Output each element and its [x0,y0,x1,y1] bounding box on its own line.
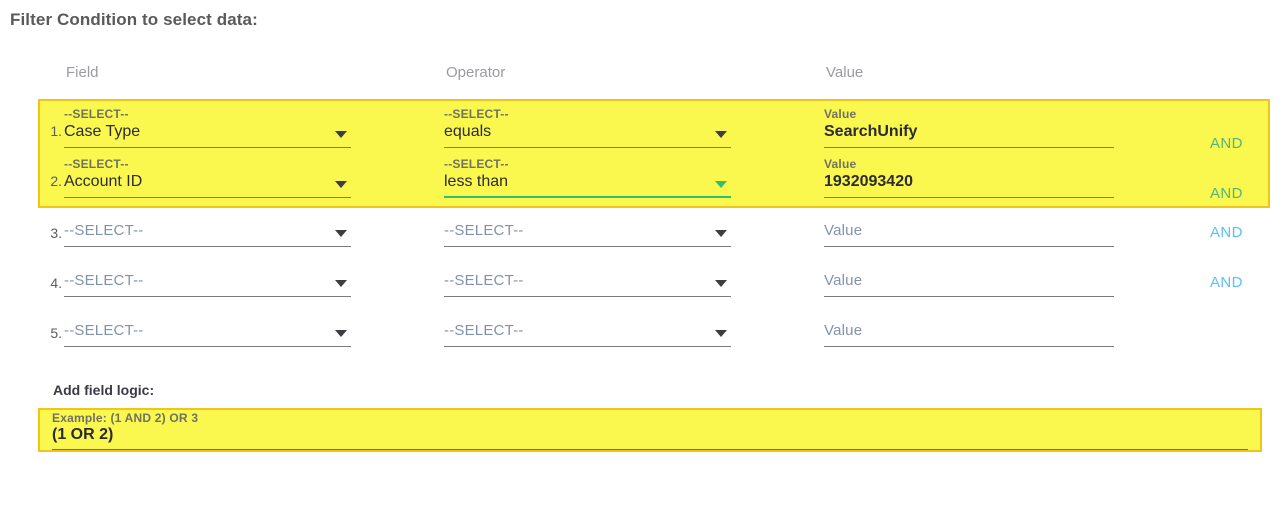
column-header-value: Value [826,64,864,81]
operator-select-value: less than [444,173,509,190]
row-5-operator-cell: --SELECT-- [444,321,731,347]
chevron-down-icon[interactable] [335,280,347,287]
row-1-field-cell: --SELECT-- Case Type [64,107,351,148]
field-logic-title: Add field logic: [53,382,155,398]
field-select[interactable]: --SELECT-- [64,321,351,347]
value-input[interactable]: Value [824,321,1114,347]
row-connector-and[interactable]: AND [1210,274,1243,291]
chevron-down-icon[interactable] [335,330,347,337]
chevron-down-icon[interactable] [715,131,727,138]
table-row: 5. --SELECT-- --SELECT-- Value [0,305,1284,359]
field-select-value: Case Type [64,123,141,140]
operator-float-label: --SELECT-- [444,157,509,171]
table-row: 4. --SELECT-- --SELECT-- Value AND [0,255,1284,309]
field-logic-example-label: Example: (1 AND 2) OR 3 [52,411,199,425]
column-header-field: Field [66,64,99,81]
row-3-operator-cell: --SELECT-- [444,221,731,247]
field-float-label: --SELECT-- [64,157,129,171]
field-logic-input-text: (1 OR 2) [52,426,114,443]
field-float-label: --SELECT-- [64,107,129,121]
value-float-label: Value [824,107,857,121]
field-select[interactable]: Case Type [64,122,351,148]
page-title: Filter Condition to select data: [10,10,258,29]
row-1-value-cell: Value SearchUnify [824,107,1114,148]
row-3-value-cell: Value [824,221,1114,247]
row-4-operator-cell: --SELECT-- [444,271,731,297]
row-connector-and[interactable]: AND [1210,185,1243,202]
row-2-field-cell: --SELECT-- Account ID [64,157,351,198]
value-input-text: Value [824,222,863,239]
value-input-text: SearchUnify [824,123,918,140]
action-buttons: Save Cancel [0,468,1284,528]
chevron-down-icon[interactable] [335,230,347,237]
row-4-field-cell: --SELECT-- [64,271,351,297]
row-number: 2. [50,173,62,189]
field-logic-group: Example: (1 AND 2) OR 3 (1 OR 2) [52,411,1248,450]
field-select-value: --SELECT-- [64,272,144,289]
table-row: 1. --SELECT-- Case Type --SELECT-- equal… [0,101,1284,155]
operator-select-value: --SELECT-- [444,272,524,289]
operator-select[interactable]: less than [444,172,731,198]
field-select-value: --SELECT-- [64,322,144,339]
value-input[interactable]: SearchUnify [824,122,1114,148]
value-input-text: Value [824,272,863,289]
field-select[interactable]: --SELECT-- [64,221,351,247]
row-connector-and[interactable]: AND [1210,135,1243,152]
chevron-down-icon[interactable] [715,280,727,287]
field-select-value: --SELECT-- [64,222,144,239]
operator-select-value: --SELECT-- [444,322,524,339]
value-input[interactable]: Value [824,271,1114,297]
chevron-down-icon[interactable] [715,230,727,237]
operator-float-label: --SELECT-- [444,107,509,121]
operator-select-value: --SELECT-- [444,222,524,239]
row-number: 5. [50,325,62,341]
value-input[interactable]: Value [824,221,1114,247]
row-3-field-cell: --SELECT-- [64,221,351,247]
operator-select[interactable]: equals [444,122,731,148]
column-header-operator: Operator [446,64,506,81]
operator-select[interactable]: --SELECT-- [444,221,731,247]
row-number: 1. [50,123,62,139]
chevron-down-icon[interactable] [715,330,727,337]
value-input-text: 1932093420 [824,173,913,190]
row-2-value-cell: Value 1932093420 [824,157,1114,198]
chevron-down-icon[interactable] [335,131,347,138]
table-row: 2. --SELECT-- Account ID --SELECT-- less… [0,151,1284,205]
field-select[interactable]: --SELECT-- [64,271,351,297]
row-5-field-cell: --SELECT-- [64,321,351,347]
value-input[interactable]: 1932093420 [824,172,1114,198]
row-2-operator-cell: --SELECT-- less than [444,157,731,198]
value-input-text: Value [824,322,863,339]
filter-condition-panel: Filter Condition to select data: Field O… [0,0,1284,528]
row-5-value-cell: Value [824,321,1114,347]
field-select-value: Account ID [64,173,143,190]
row-number: 3. [50,225,62,241]
row-number: 4. [50,275,62,291]
field-logic-input[interactable]: (1 OR 2) [52,426,1248,450]
row-connector-and[interactable]: AND [1210,224,1243,241]
row-4-value-cell: Value [824,271,1114,297]
chevron-down-icon[interactable] [715,181,727,188]
table-row: 3. --SELECT-- --SELECT-- Value AND [0,205,1284,259]
column-headers: Field Operator Value [0,64,1284,88]
chevron-down-icon[interactable] [335,181,347,188]
operator-select-value: equals [444,123,492,140]
value-float-label: Value [824,157,857,171]
operator-select[interactable]: --SELECT-- [444,321,731,347]
field-select[interactable]: Account ID [64,172,351,198]
operator-select[interactable]: --SELECT-- [444,271,731,297]
row-1-operator-cell: --SELECT-- equals [444,107,731,148]
